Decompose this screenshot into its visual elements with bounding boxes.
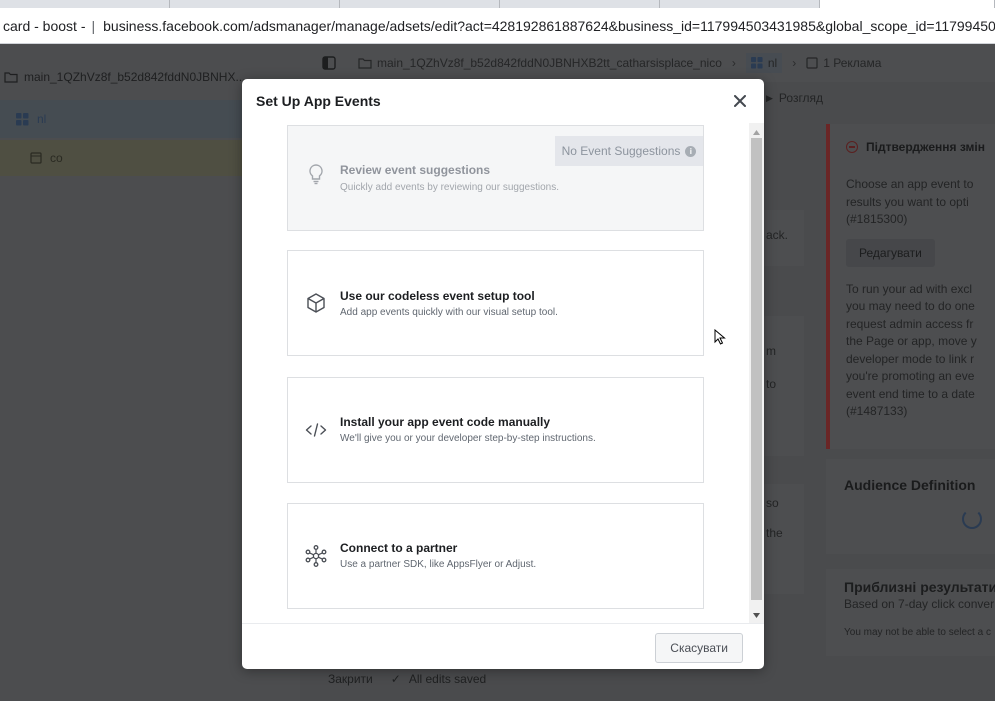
option-install-code-manually[interactable]: Install your app event code manually We'… [287, 377, 704, 483]
browser-tab[interactable] [170, 0, 340, 8]
confirm-heading: Підтвердження змін [846, 140, 995, 154]
results-subtitle: Based on 7-day click conver [844, 597, 995, 611]
check-icon: ✓ [390, 671, 401, 686]
confirm-text-line: (#1815300) [846, 212, 908, 226]
background-text-fragment: so [766, 496, 779, 510]
option-description: Add app events quickly with our visual s… [340, 307, 558, 318]
folder-icon [358, 58, 372, 69]
background-text-fragment: to [766, 377, 777, 391]
option-connect-to-partner[interactable]: Connect to a partner Use a partner SDK, … [287, 503, 704, 609]
option-title: Review event suggestions [340, 163, 491, 177]
background-text-fragment: ack. [766, 228, 789, 242]
close-icon[interactable] [730, 91, 750, 111]
sidebar-toggle-icon[interactable] [322, 56, 336, 70]
tree-ad-label: co [50, 151, 63, 165]
option-description: Use a partner SDK, like AppsFlyer or Adj… [340, 559, 537, 570]
confirm-text-line: you're promoting an eve [846, 369, 975, 383]
confirm-text-line: results you want to opti [846, 194, 969, 209]
scroll-down-arrow-icon[interactable] [749, 608, 764, 623]
background-text-fragment: the [766, 526, 783, 540]
browser-tab-active[interactable] [820, 0, 995, 8]
option-description: We'll give you or your developer step-by… [340, 433, 596, 444]
confirm-text-line: developer mode to link r [846, 351, 975, 366]
option-review-event-suggestions: No Event Suggestions i Review event sugg… [287, 125, 704, 231]
browser-tab[interactable] [500, 0, 660, 8]
code-icon [305, 423, 327, 437]
saved-status: All edits saved [408, 671, 487, 686]
confirm-text-line: request admin access fr [846, 316, 974, 331]
option-description: Quickly add events by reviewing our sugg… [340, 182, 560, 193]
cancel-button[interactable]: Скасувати [655, 633, 743, 663]
play-icon: ▶ [766, 92, 773, 103]
ad-page-icon [30, 152, 42, 164]
confirm-text-line: Choose an app event to [846, 177, 974, 191]
option-title: Use our codeless event setup tool [340, 289, 535, 303]
title-separator: | [91, 17, 96, 34]
confirm-text-line: the Page or app, move y [846, 334, 977, 348]
setup-app-events-dialog: Set Up App Events No Event Suggestions i… [242, 79, 764, 669]
folder-icon [4, 72, 18, 83]
dialog-body: No Event Suggestions i Review event sugg… [242, 123, 764, 623]
mouse-cursor-icon [714, 329, 726, 345]
breadcrumb: main_1QZhVz8f_b52d842fddN0JBNHXB2tt_cath… [300, 44, 995, 82]
breadcrumb-campaign-label: main_1QZhVz8f_b52d842fddN0JBNHXB2tt_cath… [377, 56, 722, 70]
confirm-text-line: event end time to a date [846, 386, 975, 401]
loading-spinner-icon [962, 509, 982, 529]
browser-tab[interactable] [660, 0, 820, 8]
close-button[interactable]: Закрити [324, 666, 377, 692]
results-title: Приблизні результати [844, 579, 995, 595]
audience-title: Audience Definition [844, 477, 976, 493]
chevron-right-icon: › [731, 56, 736, 70]
grid-icon [750, 57, 763, 69]
network-icon [305, 545, 327, 567]
no-event-suggestions-label: No Event Suggestions [561, 144, 681, 158]
breadcrumb-adset-label: nl [767, 56, 778, 70]
breadcrumb-ads[interactable]: 1 Реклама [806, 56, 881, 70]
ad-page-icon [806, 57, 818, 69]
browser-tab[interactable] [340, 0, 500, 8]
confirm-text-line: To run your ad with excl [846, 281, 973, 296]
edit-button[interactable]: Редагувати [846, 238, 935, 267]
option-codeless-event-setup-tool[interactable]: Use our codeless event setup tool Add ap… [287, 250, 704, 356]
grid-icon [16, 112, 29, 125]
results-note: You may not be able to select a c [844, 627, 991, 638]
tree-campaign-label: main_1QZhVz8f_b52d842fddN0JBNHX... [24, 70, 246, 84]
dialog-title: Set Up App Events [256, 93, 381, 109]
lightbulb-icon [309, 164, 323, 185]
audience-definition-card: Audience Definition [826, 459, 995, 554]
breadcrumb-campaign[interactable]: main_1QZhVz8f_b52d842fddN0JBNHXB2tt_cath… [358, 56, 722, 70]
option-title: Install your app event code manually [340, 415, 551, 429]
right-column: Підтвердження змін Choose an app event t… [826, 124, 995, 701]
url-text[interactable]: business.facebook.com/adsmanager/manage/… [103, 18, 995, 34]
background-text-fragment: m [766, 344, 776, 358]
tree-adset-label: nl [37, 112, 47, 126]
chevron-right-icon: › [792, 56, 797, 70]
breadcrumb-ads-label: 1 Реклама [823, 56, 882, 70]
error-icon [846, 141, 858, 153]
info-icon[interactable]: i [685, 145, 697, 157]
confirm-title: Підтвердження змін [866, 140, 985, 154]
option-title: Connect to a partner [340, 541, 458, 555]
view-label: Розгляд [778, 91, 824, 105]
dialog-footer: Скасувати [242, 623, 764, 669]
scrollbar-thumb[interactable] [751, 138, 762, 600]
page-title-prefix: card - boost - [3, 17, 86, 34]
breadcrumb-adset[interactable]: nl [745, 53, 783, 73]
browser-tab-strip [0, 0, 995, 8]
address-bar[interactable]: card - boost - | business.facebook.com/a… [0, 8, 995, 44]
browser-tab[interactable] [0, 0, 170, 8]
dialog-scrollbar[interactable] [749, 123, 764, 623]
view-button[interactable]: ▶ Розгляд [766, 91, 823, 105]
confirm-changes-card: Підтвердження змін Choose an app event t… [826, 124, 995, 449]
cube-icon [307, 293, 325, 313]
confirm-text-line: you may need to do one [846, 299, 975, 313]
no-event-suggestions-badge: No Event Suggestions i [555, 136, 703, 166]
confirm-text-line: (#1487133) [846, 404, 908, 418]
